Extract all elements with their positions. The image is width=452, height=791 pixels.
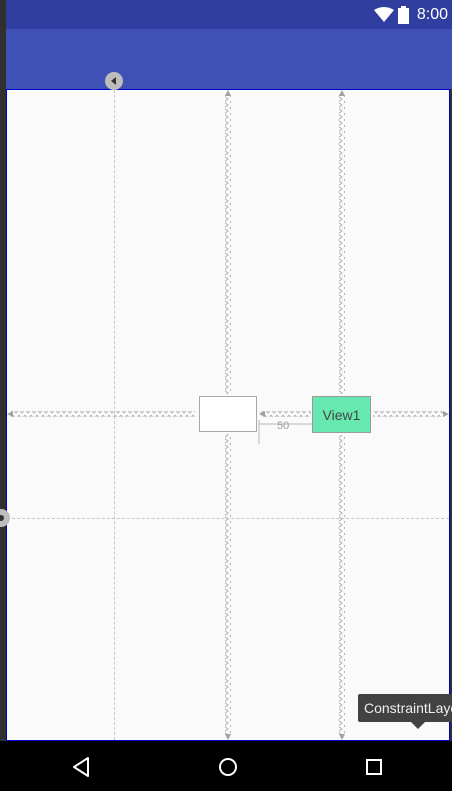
app-bar bbox=[6, 29, 452, 89]
view1-widget[interactable]: View1 bbox=[312, 396, 371, 433]
empty-view-top-constraint bbox=[225, 94, 231, 394]
view1-bottom-constraint bbox=[339, 435, 345, 735]
view1-right-constraint bbox=[373, 411, 445, 417]
empty-view-bottom-constraint bbox=[225, 434, 231, 734]
status-icons: 8:00 bbox=[373, 4, 448, 26]
back-icon[interactable] bbox=[70, 755, 94, 779]
empty-view-widget[interactable] bbox=[199, 396, 257, 432]
navigation-bar bbox=[0, 741, 452, 791]
vertical-guideline-handle-icon[interactable] bbox=[105, 72, 123, 90]
status-bar: 8:00 bbox=[6, 0, 452, 29]
margin-value-label: 50 bbox=[277, 420, 290, 432]
home-icon[interactable] bbox=[216, 755, 240, 779]
battery-icon bbox=[397, 6, 409, 24]
view1-left-constraint bbox=[261, 411, 311, 417]
status-time: 8:00 bbox=[416, 6, 448, 23]
constraint-layout-canvas[interactable]: View1 50 bbox=[0, 72, 450, 741]
wifi-icon bbox=[373, 7, 394, 22]
recents-icon[interactable] bbox=[362, 755, 386, 779]
empty-view-left-constraint bbox=[11, 411, 195, 417]
view1-top-constraint bbox=[339, 94, 345, 394]
